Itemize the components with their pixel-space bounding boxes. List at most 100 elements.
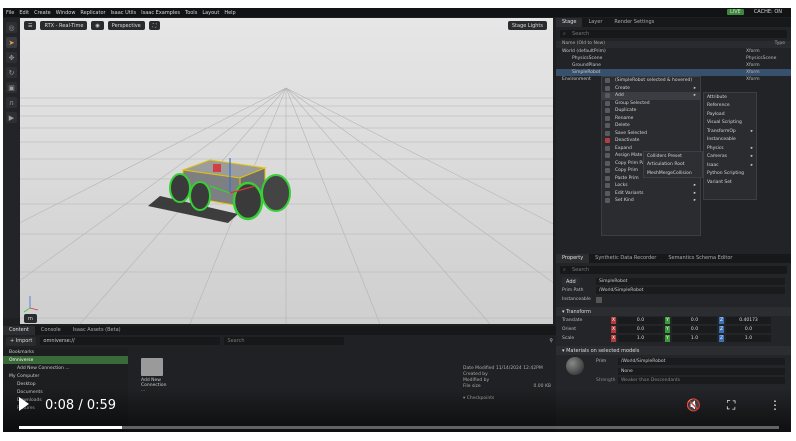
tree-row-physicsscene[interactable]: PhysicsScene PhysicsScene bbox=[556, 55, 791, 62]
submenu-payload[interactable]: Payload bbox=[704, 110, 756, 119]
more-options-icon[interactable]: ⋮ bbox=[769, 398, 781, 412]
tree-add-connection[interactable]: Add New Connection ... bbox=[3, 364, 128, 372]
orient-z[interactable]: 0.0 bbox=[726, 326, 771, 333]
fullscreen-icon[interactable]: ⛶ bbox=[727, 398, 735, 413]
menu-item-save-selected[interactable]: Save Selected bbox=[602, 130, 700, 138]
menu-edit[interactable]: Edit bbox=[19, 10, 29, 16]
col-name[interactable]: Name (Old to New) bbox=[562, 41, 605, 48]
camera-button[interactable]: Perspective bbox=[107, 21, 145, 30]
menu-item-deactivate[interactable]: Deactivate bbox=[602, 137, 700, 145]
menu-item-create[interactable]: Create ▸ bbox=[602, 85, 700, 93]
orient-x[interactable]: 0.0 bbox=[618, 326, 663, 333]
submenu-colliders-preset[interactable]: Colliders Preset bbox=[644, 152, 702, 161]
menu-tools[interactable]: Tools bbox=[185, 10, 197, 16]
rotate-icon[interactable]: ↻ bbox=[6, 67, 17, 78]
render-mode-button[interactable]: RTX - Real-Time bbox=[40, 21, 88, 30]
submenu-isaac[interactable]: Isaac ▸ bbox=[704, 161, 756, 170]
fullscreen-icon[interactable]: ⛶ bbox=[148, 21, 161, 30]
play-icon[interactable]: ▶ bbox=[6, 112, 17, 123]
translate-y[interactable]: 0.0 bbox=[672, 317, 717, 324]
filter-icon[interactable]: ⚲ bbox=[549, 338, 553, 344]
tree-row-groundplane[interactable]: GroundPlane Xform bbox=[556, 62, 791, 69]
tree-row-world[interactable]: World (defaultPrim) Xform bbox=[556, 48, 791, 55]
translate-z[interactable]: 0.40173 bbox=[726, 317, 771, 324]
menu-item-add[interactable]: Add ▸ bbox=[602, 92, 700, 100]
scale-y[interactable]: 1.0 bbox=[672, 335, 717, 342]
translate-x[interactable]: 0.0 bbox=[618, 317, 663, 324]
menu-item-set-kind[interactable]: Set Kind ▸ bbox=[602, 197, 700, 205]
menu-item-locks[interactable]: Locks ▸ bbox=[602, 182, 700, 190]
viewport[interactable]: ☰ RTX - Real-Time ◉ Perspective ⛶ Stage … bbox=[20, 18, 553, 324]
stage-search-input[interactable]: ⌕ Search bbox=[560, 30, 787, 38]
snap-icon[interactable]: ∩ bbox=[6, 97, 17, 108]
menu-window[interactable]: Window bbox=[56, 10, 76, 16]
materials-section[interactable]: ▾ Materials on selected models bbox=[556, 346, 791, 355]
submenu-reference[interactable]: Reference bbox=[704, 102, 756, 111]
stage-lights-button[interactable]: Stage Lights bbox=[507, 21, 547, 30]
select-mode-icon[interactable]: ◎ bbox=[6, 22, 17, 33]
submenu-physics[interactable]: Physics ▸ bbox=[704, 144, 756, 153]
property-search-input[interactable]: ⌕ Search bbox=[560, 266, 787, 274]
tab-synthetic-data-recorder[interactable]: Synthetic Data Recorder bbox=[589, 254, 662, 263]
tree-bookmarks[interactable]: Bookmarks bbox=[3, 348, 128, 356]
content-search-input[interactable]: Search bbox=[224, 337, 345, 345]
tree-my-computer[interactable]: My Computer bbox=[3, 372, 128, 380]
menu-isaac-utils[interactable]: Isaac Utils bbox=[111, 10, 137, 16]
menu-item-group-selected[interactable]: Group Selected bbox=[602, 100, 700, 108]
strength-select[interactable]: Weaker than Descendants bbox=[618, 377, 785, 384]
orient-y[interactable]: 0.0 bbox=[672, 326, 717, 333]
col-type[interactable]: Type bbox=[775, 41, 785, 48]
play-icon[interactable] bbox=[19, 397, 29, 411]
submenu-attribute[interactable]: Attribute bbox=[704, 93, 756, 102]
menu-file[interactable]: File bbox=[6, 10, 14, 16]
submenu-transformop[interactable]: TransformOp ▸ bbox=[704, 127, 756, 136]
tab-console[interactable]: Console bbox=[35, 326, 67, 335]
import-button[interactable]: + Import bbox=[6, 336, 37, 346]
material-select[interactable]: None bbox=[618, 368, 785, 375]
menu-item-rename[interactable]: Rename bbox=[602, 115, 700, 123]
video-progress-bar[interactable] bbox=[19, 426, 779, 429]
viewport-settings-button[interactable]: ☰ bbox=[24, 21, 37, 30]
scale-x[interactable]: 1.0 bbox=[618, 335, 663, 342]
tab-stage[interactable]: Stage bbox=[556, 18, 583, 27]
submenu-instanceable[interactable]: Instanceable bbox=[704, 136, 756, 145]
submenu-cameras[interactable]: Cameras ▸ bbox=[704, 153, 756, 162]
path-field[interactable]: omniverse:// bbox=[40, 337, 221, 345]
tree-omniverse[interactable]: Omniverse bbox=[3, 356, 128, 364]
tab-semantics-schema-editor[interactable]: Semantics Schema Editor bbox=[662, 254, 738, 263]
visibility-eye-icon[interactable]: ◉ bbox=[91, 21, 104, 30]
menu-layout[interactable]: Layout bbox=[202, 10, 219, 16]
tab-isaac-assets[interactable]: Isaac Assets (Beta) bbox=[67, 326, 127, 335]
menu-replicator[interactable]: Replicator bbox=[80, 10, 105, 16]
prim-path-field[interactable]: /World/SimpleRobot bbox=[596, 287, 785, 294]
tree-desktop[interactable]: Desktop bbox=[3, 380, 128, 388]
cache-status[interactable]: CACHE: ON bbox=[754, 9, 782, 15]
prim-name-field[interactable]: SimpleRobot bbox=[596, 278, 785, 285]
move-icon[interactable]: ✥ bbox=[6, 52, 17, 63]
menu-isaac-examples[interactable]: Isaac Examples bbox=[141, 10, 180, 16]
scale-icon[interactable]: ▣ bbox=[6, 82, 17, 93]
tab-render-settings[interactable]: Render Settings bbox=[608, 18, 660, 27]
submenu-python-scripting[interactable]: Python Scripting bbox=[704, 170, 756, 179]
submenu-meshmergecollision[interactable]: MeshMergeCollision bbox=[644, 169, 702, 178]
transform-section[interactable]: ▾ Transform bbox=[556, 307, 791, 316]
live-badge[interactable]: LIVE bbox=[726, 9, 744, 15]
menu-help[interactable]: Help bbox=[224, 10, 235, 16]
submenu-variant-set[interactable]: Variant Set bbox=[704, 178, 756, 187]
tab-content[interactable]: Content bbox=[3, 326, 35, 335]
tree-row-simplerobot[interactable]: SimpleRobot Xform bbox=[556, 69, 791, 76]
menu-item-delete[interactable]: Delete bbox=[602, 122, 700, 130]
menu-item-edit-variants[interactable]: Edit Variants ▸ bbox=[602, 190, 700, 198]
submenu-visual-scripting[interactable]: Visual Scripting bbox=[704, 119, 756, 128]
menu-item-duplicate[interactable]: Duplicate bbox=[602, 107, 700, 115]
instanceable-checkbox[interactable] bbox=[596, 296, 602, 303]
material-prim-field[interactable]: /World/SimpleRobot bbox=[618, 357, 785, 365]
add-button[interactable]: Add bbox=[562, 277, 580, 286]
scale-z[interactable]: 1.0 bbox=[726, 335, 771, 342]
mute-icon[interactable]: 🔇 bbox=[686, 398, 701, 412]
tab-property[interactable]: Property bbox=[556, 254, 590, 263]
select-arrow-icon[interactable]: ➤ bbox=[6, 37, 17, 48]
menu-create[interactable]: Create bbox=[34, 10, 51, 16]
submenu-articulation-root[interactable]: Articulation Root bbox=[644, 161, 702, 170]
tab-layer[interactable]: Layer bbox=[582, 18, 608, 27]
